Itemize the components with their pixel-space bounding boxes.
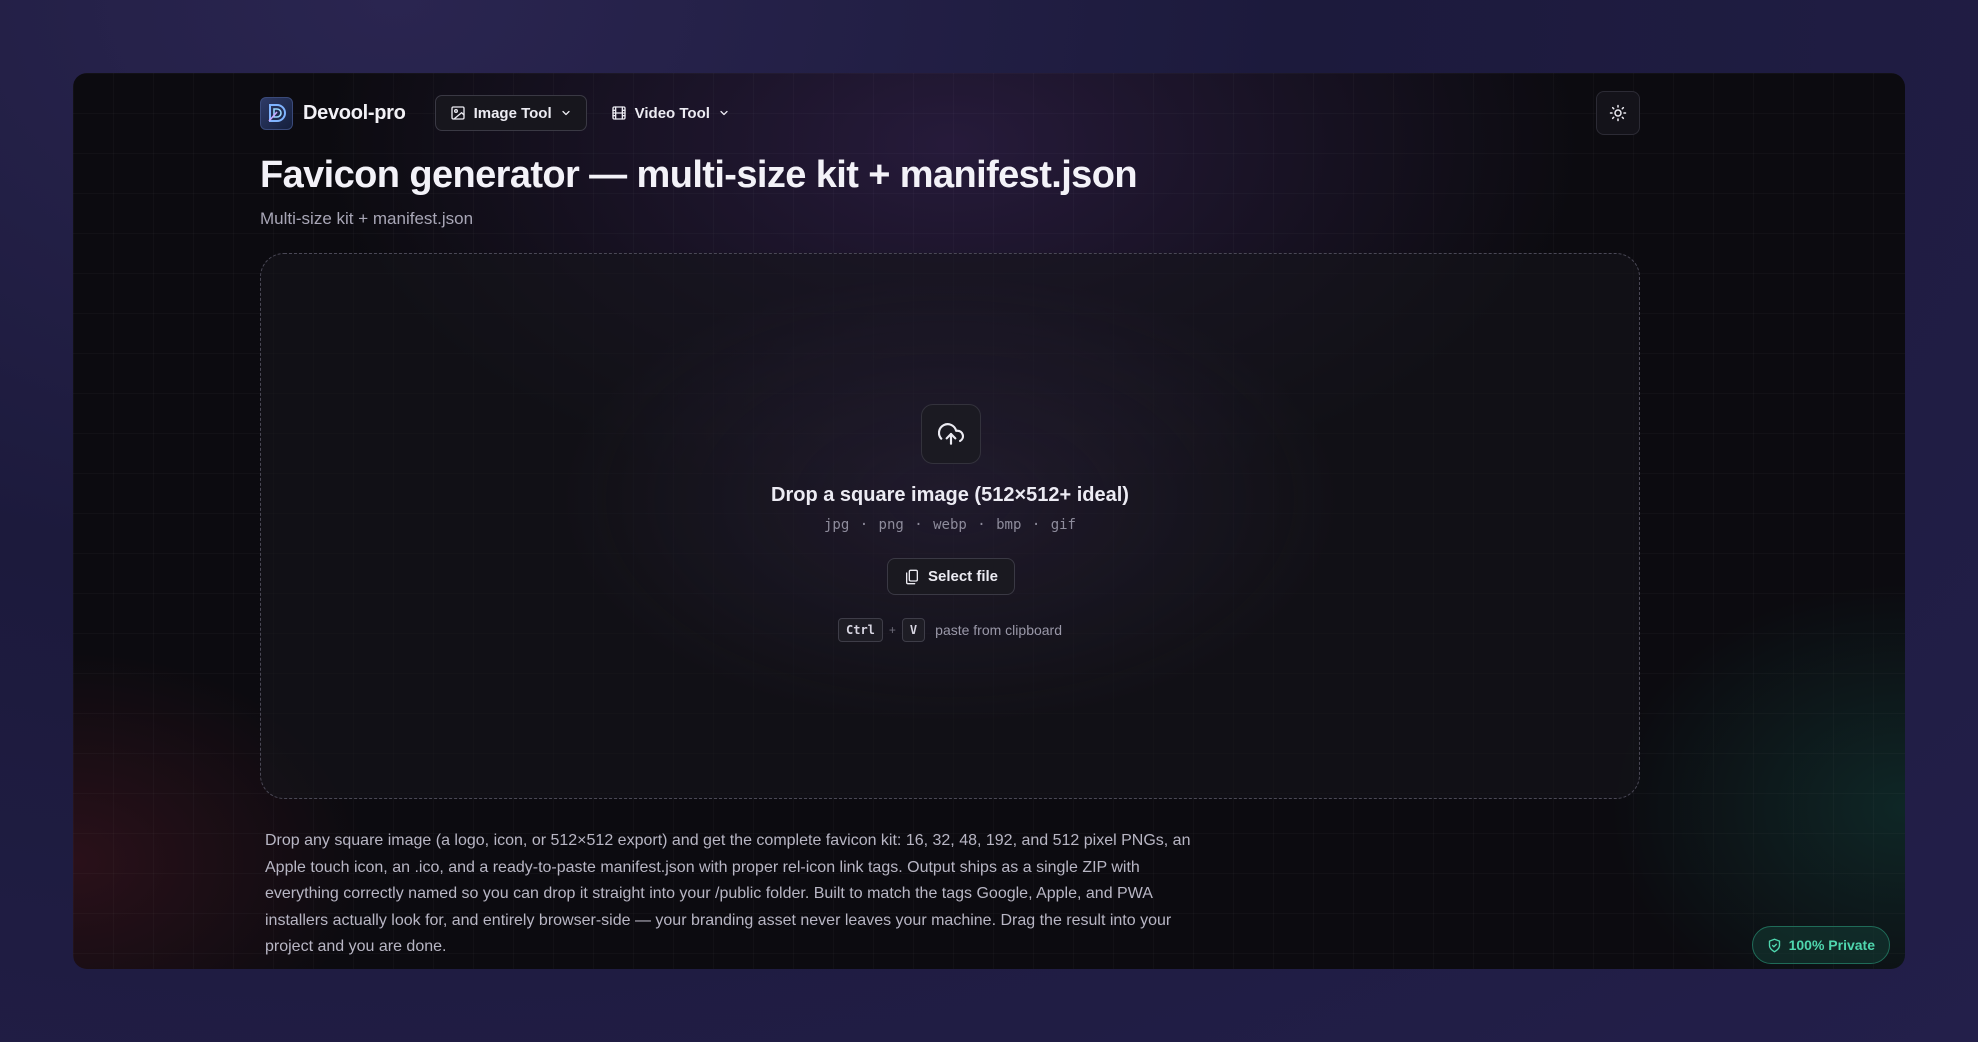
paste-label: paste from clipboard [935,622,1062,638]
privacy-badge-label: 100% Private [1788,937,1875,953]
brand-name: Devool-pro [303,101,406,124]
chevron-down-icon [720,110,728,116]
app-window: Devool-pro Image Tool Video Tool Favicon… [73,73,1905,969]
privacy-badge[interactable]: 100% Private [1751,926,1890,964]
select-file-label: Select file [927,568,999,585]
ctrl-key: Ctrl [838,618,883,642]
main-content: Devool-pro Image Tool Video Tool Favicon… [260,73,1640,969]
plus-sign: + [888,623,896,637]
theme-toggle-button[interactable] [1596,91,1640,135]
cloud-upload-icon [921,404,981,464]
logo-icon [260,96,293,130]
dropzone-title: Drop a square image (512×512+ ideal) [771,484,1129,506]
video-tool-menu-button[interactable]: Video Tool [597,95,744,131]
image-tool-label: Image Tool [473,104,552,122]
paste-shortcut-hint: Ctrl + V paste from clipboard [261,618,1639,642]
shield-check-icon [1768,938,1780,952]
chevron-down-icon [562,110,570,116]
sun-icon [1609,104,1627,122]
files-icon [905,569,918,584]
tool-description: Drop any square image (a logo, icon, or … [265,832,1191,955]
select-file-button[interactable]: Select file [887,558,1015,595]
v-key: V [901,618,926,642]
top-navigation: Devool-pro Image Tool Video Tool [260,91,1640,135]
image-icon [450,106,465,120]
page-title: Favicon generator — multi-size kit + man… [260,154,1138,196]
page-subtitle: Multi-size kit + manifest.json [260,209,474,228]
supported-formats: jpg · png · webp · bmp · gif [823,517,1076,533]
film-icon [611,106,626,120]
video-tool-label: Video Tool [634,104,710,122]
brand[interactable]: Devool-pro [260,96,406,130]
image-tool-menu-button[interactable]: Image Tool [434,95,587,131]
file-dropzone[interactable]: Drop a square image (512×512+ ideal) jpg… [260,253,1640,799]
